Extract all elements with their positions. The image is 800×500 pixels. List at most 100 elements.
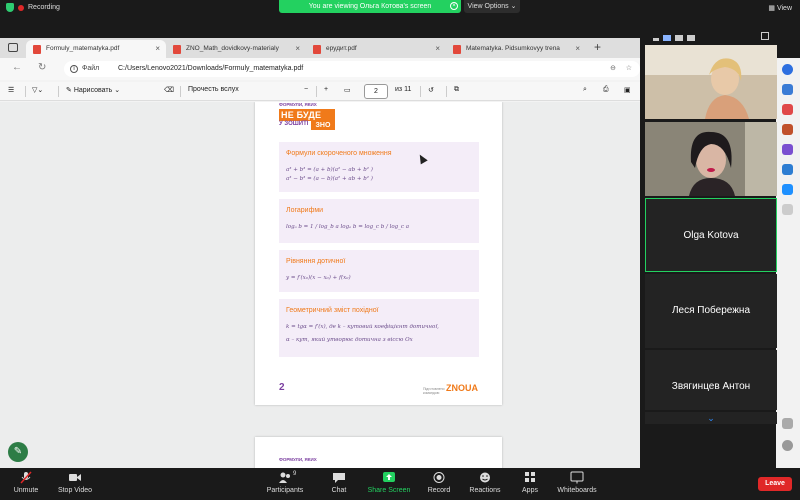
chat-button[interactable]: Chat: [326, 471, 352, 494]
info-icon[interactable]: i: [70, 65, 78, 73]
page-number-input[interactable]: 2: [364, 84, 388, 99]
highlight-icon[interactable]: ▽⌄: [32, 86, 43, 94]
stop-viewing-icon[interactable]: ×: [450, 2, 458, 10]
share-screen-button[interactable]: Share Screen: [366, 471, 412, 494]
pdf-icon: [33, 45, 41, 54]
reactions-button[interactable]: Reactions: [466, 471, 504, 494]
pdf-toolbar: ☰ ▽⌄ ✎ Нарисовать ⌄ ⌫ Прочесть вслух − +…: [0, 82, 640, 101]
participant-video-frame: [645, 45, 777, 119]
speaker-view-icon[interactable]: [687, 35, 695, 41]
viewing-banner: You are viewing Ольга Котова's screen ×: [279, 0, 461, 13]
gallery-icon[interactable]: [675, 35, 683, 41]
view-button[interactable]: ▦ View: [768, 4, 792, 12]
read-aloud-button[interactable]: Прочесть вслух: [188, 86, 239, 93]
zoom-out-button[interactable]: −: [304, 86, 308, 93]
tab-formuly-matematyka[interactable]: Formuly_matematyka.pdf ×: [26, 40, 166, 58]
tab-label: Formuly_matematyka.pdf: [46, 45, 120, 52]
fit-page-icon[interactable]: ▭: [344, 86, 351, 94]
participant-tile[interactable]: Леся Побережна: [645, 274, 777, 348]
view-options-button[interactable]: View Options ⌄: [464, 0, 520, 13]
favorite-icon[interactable]: ☆: [626, 61, 632, 77]
annotate-pen-icon[interactable]: ✎: [8, 442, 28, 462]
footer-credit: Підготовлено командою: [423, 387, 445, 395]
unmute-button[interactable]: Unmute: [10, 471, 42, 494]
copilot-icon[interactable]: [782, 64, 793, 75]
page-header-small: ФОРМУЛИ, ЯКИХ: [279, 457, 317, 462]
scroll-participants-down-icon[interactable]: ⌄: [645, 412, 777, 424]
sidebar-layout-icon[interactable]: [782, 418, 793, 429]
minimize-icon[interactable]: [653, 38, 659, 41]
popout-icon[interactable]: [761, 32, 769, 40]
address-bar[interactable]: i Файл C:/Users/Lenovo2021/Downloads/For…: [64, 61, 640, 77]
shared-browser-window: Formuly_matematyka.pdf × ZNO_Math_dovidk…: [0, 38, 640, 468]
apps-button[interactable]: Apps: [518, 471, 542, 494]
participant-tile-active[interactable]: Olga Kotova: [645, 198, 777, 272]
formula-line: α – кут, який утворює дотична з віссю Ox: [286, 337, 413, 343]
tab-matematyka-pidsumkovyy[interactable]: Matematyka. Pidsumkovyy trena ×: [446, 40, 586, 58]
participant-video[interactable]: [645, 122, 777, 196]
draw-button[interactable]: ✎ Нарисовать ⌄: [66, 86, 120, 94]
contents-icon[interactable]: ☰: [8, 86, 14, 94]
back-icon[interactable]: ←: [12, 62, 22, 73]
tab-strip: Formuly_matematyka.pdf × ZNO_Math_dovidk…: [0, 38, 640, 58]
outlook-icon[interactable]: [782, 184, 793, 195]
close-tab-icon[interactable]: ×: [435, 40, 440, 58]
close-tab-icon[interactable]: ×: [295, 40, 300, 58]
tab-erudit[interactable]: ерудит.pdf ×: [306, 40, 446, 58]
participants-label: Participants: [266, 487, 304, 494]
new-tab-button[interactable]: +: [594, 40, 601, 54]
rotate-icon[interactable]: ↺: [428, 86, 434, 94]
participants-button[interactable]: 9 Participants: [262, 471, 308, 494]
tools-icon[interactable]: [782, 124, 793, 135]
zoom-in-button[interactable]: +: [324, 86, 328, 93]
toolbar-divider: [180, 86, 181, 97]
eraser-icon[interactable]: ⌫: [164, 86, 174, 94]
share-screen-label: Share Screen: [367, 487, 411, 494]
recording-label: Recording: [28, 4, 60, 11]
page-view-icon[interactable]: ⧉: [454, 86, 459, 94]
panel-view-switcher[interactable]: [653, 32, 713, 41]
pdf-viewer[interactable]: ФОРМУЛИ, ЯКИХ НЕ БУДЕ У ЗОШИТІ ЗНО Форму…: [0, 102, 640, 468]
stop-video-label: Stop Video: [57, 487, 93, 494]
leave-button[interactable]: Leave: [758, 477, 792, 491]
record-label: Record: [427, 487, 451, 494]
search-icon[interactable]: ⌕: [583, 86, 587, 94]
record-button[interactable]: Record: [424, 471, 454, 494]
formula-line: a³ − b³ = (a − b)(a² + ab + b² ): [286, 176, 373, 182]
address-scheme-label: Файл: [82, 65, 100, 72]
recording-indicator: Recording: [6, 3, 60, 12]
save-icon[interactable]: ▣: [624, 86, 631, 94]
page-number: 2: [279, 382, 285, 393]
whiteboards-label: Whiteboards: [557, 487, 597, 494]
block-title: Логарифми: [286, 207, 324, 214]
reload-icon[interactable]: ↻: [38, 62, 46, 73]
office-icon[interactable]: [782, 164, 793, 175]
tab-zno-math[interactable]: ZNO_Math_dovidkovy-materialy ×: [166, 40, 306, 58]
close-tab-icon[interactable]: ×: [155, 40, 160, 58]
reactions-label: Reactions: [469, 487, 501, 494]
whiteboards-button[interactable]: Whiteboards: [554, 471, 600, 494]
page-logo-zno: ЗНО: [311, 121, 335, 130]
print-icon[interactable]: ⎙: [603, 86, 609, 94]
participant-tile[interactable]: Звягинцев Антон: [645, 350, 777, 410]
collections-icon[interactable]: [782, 104, 793, 115]
read-aloud-label: Прочесть вслух: [188, 86, 239, 93]
share-screen-icon: [383, 472, 395, 482]
participant-video-frame: [645, 122, 777, 196]
formula-line: k = tgα = f′(x), де k – кутовий коефіціє…: [286, 324, 439, 330]
zoom-icon[interactable]: ⊖: [610, 61, 616, 77]
participant-video[interactable]: [645, 45, 777, 119]
stop-video-button[interactable]: Stop Video: [54, 471, 96, 494]
unmute-label: Unmute: [13, 487, 39, 494]
block-title: Рівняння дотичної: [286, 258, 346, 265]
tab-actions-icon[interactable]: [8, 43, 18, 52]
layout-icon[interactable]: [663, 35, 671, 41]
games-icon[interactable]: [782, 144, 793, 155]
view-label: View: [776, 5, 792, 12]
close-tab-icon[interactable]: ×: [575, 40, 580, 58]
formula-block: Формули скороченого множення a³ + b³ = (…: [279, 142, 479, 192]
tab-label: ZNO_Math_dovidkovy-materialy: [186, 45, 279, 52]
add-icon[interactable]: [782, 204, 793, 215]
settings-gear-icon[interactable]: [782, 440, 793, 451]
search-icon[interactable]: [782, 84, 793, 95]
